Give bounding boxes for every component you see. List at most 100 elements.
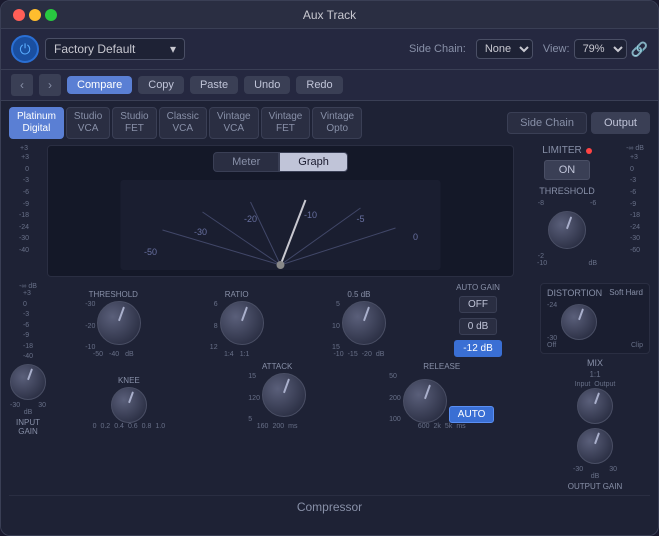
threshold-knob[interactable] [97,301,141,345]
bottom-title: Compressor [9,495,650,518]
release-scale-row: 50 200 100 AUTO [389,373,494,423]
output-gain-scale: -30 30 [573,466,617,473]
preset-selector[interactable]: Factory Default ▾ [45,38,185,60]
power-button[interactable]: ⏻ [11,35,39,63]
top-left: ⏻ Factory Default ▾ [11,35,185,63]
vu-arc-svg: -50 -30 -20 -10 -5 0 [54,180,507,270]
svg-text:-50: -50 [144,247,157,257]
title-bar: Aux Track [1,1,658,29]
distortion-knob[interactable] [561,304,597,340]
side-chain-output-btns: Side Chain Output [507,112,650,134]
svg-text:-30: -30 [194,227,207,237]
copy-button[interactable]: Copy [138,76,184,94]
bottom-knobs-row: KNEE 0 0.2 0.4 0.6 0.8 1.0 ATTAC [53,362,534,430]
comp-type-studio-fet[interactable]: StudioFET [112,107,156,139]
close-button[interactable] [13,9,25,21]
top-knobs-row: THRESHOLD -30 -20 -10 -50 -40 [53,283,534,358]
comp-type-vintage-fet[interactable]: VintageFET [261,107,311,139]
distortion-controls: -24 -30 [547,302,643,342]
right-meter-scale: +3 0 -3 -6 -9 -18 -24 -30 -60 [630,154,640,254]
ratio-label: RATIO [225,290,249,299]
limiter-scale-right: -6 [590,200,596,260]
limiter-db-labels: -10 dB [537,260,597,267]
meter-tab-meter[interactable]: Meter [213,152,279,172]
knee-group: KNEE 0 0.2 0.4 0.6 0.8 1.0 [93,376,166,430]
paste-button[interactable]: Paste [190,76,238,94]
half-db-group: 0.5 dB 5 10 15 -10 -15 -20 [332,290,386,358]
vu-meter-section: Meter Graph -50 -30 -20 -10 -5 0 [47,145,514,277]
auto-gain-0db-button[interactable]: 0 dB [459,318,498,335]
output-button[interactable]: Output [591,112,650,134]
output-gain-section: -30 30 dB OUTPUT GAIN [540,428,650,491]
limiter-threshold-label: THRESHOLD [539,186,595,196]
limiter-threshold-knob[interactable] [548,211,586,249]
attack-knob[interactable] [262,373,306,417]
side-chain-button[interactable]: Side Chain [507,112,587,134]
meter-tabs: Meter Graph [54,152,507,172]
attack-scale-row: 15 120 5 [248,373,306,423]
limiter-label: LIMITER [542,145,591,156]
comp-type-classic-vca[interactable]: ClassicVCA [159,107,207,139]
auto-gain-12db-button[interactable]: -12 dB [454,340,501,357]
ratio-scale-row: 6 8 12 [210,301,264,351]
half-db-label: 0.5 dB [347,290,370,299]
threshold-group: THRESHOLD -30 -20 -10 -50 -40 [85,290,141,358]
side-chain-select[interactable]: None [476,39,533,59]
vu-meter: -50 -30 -20 -10 -5 0 [54,180,507,270]
attack-label: ATTACK [262,362,292,371]
threshold-scale-row: -30 -20 -10 [85,301,141,351]
comp-type-vintage-opto[interactable]: VintageOpto [312,107,362,139]
auto-gain-off-button[interactable]: OFF [459,296,497,313]
half-db-scale-row: 5 10 15 [332,301,386,351]
right-meter-section: -∞ dB +3 0 -3 -6 -9 -18 -24 -30 -60 [620,145,650,277]
view-label: View: [543,43,570,55]
comp-type-studio-vca[interactable]: StudioVCA [66,107,110,139]
top-bar: ⏻ Factory Default ▾ Side Chain: None Vie… [1,29,658,70]
maximize-button[interactable] [45,9,57,21]
minimize-button[interactable] [29,9,41,21]
input-gain-db: -30 30 [10,402,46,409]
right-section: DISTORTION Soft Hard -24 -30 [540,283,650,491]
main-content: PlatinumDigital StudioVCA StudioFET Clas… [1,101,658,535]
window-title: Aux Track [303,8,356,22]
compare-button[interactable]: Compare [67,76,132,94]
ratio-group: RATIO 6 8 12 1:4 1:1 [210,290,264,358]
main-knobs-grid: THRESHOLD -30 -20 -10 -50 -40 [53,283,534,430]
release-auto-button[interactable]: AUTO [449,406,495,423]
redo-button[interactable]: Redo [296,76,342,94]
limiter-on-button[interactable]: ON [544,160,591,180]
svg-text:-20: -20 [244,214,257,224]
comp-type-platinum-digital[interactable]: PlatinumDigital [9,107,64,139]
forward-button[interactable]: › [39,74,61,96]
comp-types: PlatinumDigital StudioVCA StudioFET Clas… [9,107,362,139]
input-gain-label: INPUT GAIN [9,418,47,436]
mix-knob[interactable] [577,388,613,424]
release-group: RELEASE 50 200 100 AUTO 600 [389,362,494,430]
limiter-section: LIMITER ON THRESHOLD -8 -2 -6 -10 [522,145,612,277]
half-db-knob[interactable] [342,301,386,345]
knee-knob[interactable] [111,387,147,423]
release-knob[interactable] [403,379,447,423]
auto-gain-label: AUTO GAIN [456,283,500,292]
svg-text:-5: -5 [356,214,364,224]
preset-arrow: ▾ [170,42,176,56]
mix-io-labels: Input Output [575,381,616,388]
input-gain-knob[interactable] [10,364,46,400]
left-meter-section: +3 +3 0 -3 -6 -9 -18 -24 -30 -40 [9,145,39,277]
undo-button[interactable]: Undo [244,76,290,94]
limiter-threshold-row: -8 -2 -6 [538,200,596,260]
distortion-label: DISTORTION Soft Hard [547,288,643,298]
ratio-knob[interactable] [220,301,264,345]
view-select[interactable]: 79% [574,39,627,59]
view-row: View: 79% 🔗 [543,39,648,59]
svg-text:-10: -10 [304,210,317,220]
left-meter-top-label: +3 [20,145,28,152]
limiter-scale: -8 -2 [538,200,544,260]
side-chain-label: Side Chain: [409,43,466,55]
back-button[interactable]: ‹ [11,74,33,96]
preset-name: Factory Default [54,42,135,56]
comp-type-vintage-vca[interactable]: VintageVCA [209,107,259,139]
link-icon[interactable]: 🔗 [631,41,648,58]
output-gain-knob[interactable] [577,428,613,464]
meter-tab-graph[interactable]: Graph [279,152,348,172]
